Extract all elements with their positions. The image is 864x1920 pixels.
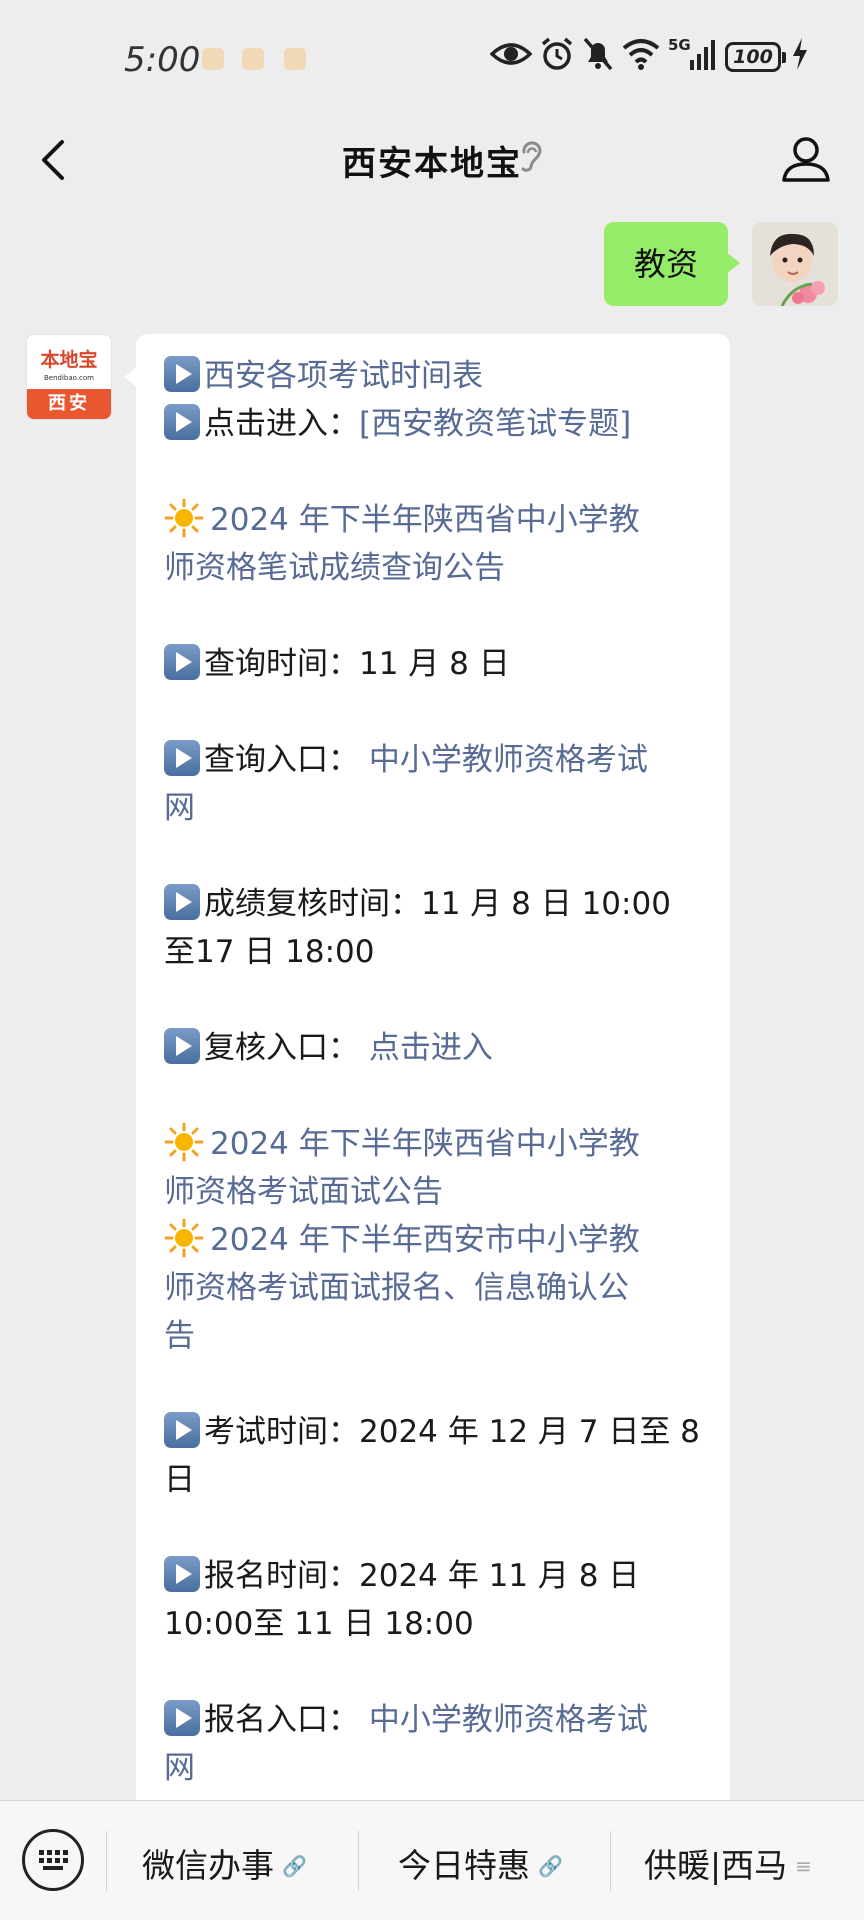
announcement-link-cont[interactable]: 师资格考试面试报名、信息确认公 xyxy=(164,1264,704,1312)
signup-entry-link[interactable]: 中小学教师资格考试 xyxy=(369,1702,648,1738)
link-icon: 🔗 xyxy=(538,1854,563,1878)
announcement-link[interactable]: 2024 年下半年陕西省中小学教 xyxy=(164,1120,704,1168)
bot-logo: 本地宝 Bendibao.com xyxy=(27,335,111,391)
keyboard-toggle-button[interactable] xyxy=(22,1829,84,1891)
sun-icon xyxy=(164,498,204,538)
menu-item-wechat-services[interactable]: 微信办事 🔗 xyxy=(142,1839,307,1887)
play-button-icon xyxy=(164,1556,200,1592)
link-icon: 🔗 xyxy=(282,1854,307,1878)
charging-icon xyxy=(793,38,807,70)
notification-icon xyxy=(242,48,264,70)
play-button-icon xyxy=(164,356,200,392)
exam-schedule-link[interactable]: 西安各项考试时间表 xyxy=(164,352,704,400)
menu-divider xyxy=(358,1831,359,1891)
status-bar: 5:00 5G 100 xyxy=(0,0,864,110)
user-avatar-image xyxy=(752,222,838,306)
menu-item-heating[interactable]: 供暖|西马 ≡ xyxy=(644,1839,812,1887)
message-line: 复核入口： 点击进入 xyxy=(164,1024,704,1072)
topic-link[interactable]: [西安教资笔试专题] xyxy=(359,406,631,442)
keyboard-icon xyxy=(39,1850,68,1870)
play-button-icon xyxy=(164,644,200,680)
announcement-link[interactable]: 2024 年下半年西安市中小学教 xyxy=(164,1216,704,1264)
play-button-icon xyxy=(164,740,200,776)
wifi-icon xyxy=(622,39,660,70)
submenu-icon: ≡ xyxy=(795,1854,812,1878)
announcement-link-cont[interactable]: 师资格考试面试公告 xyxy=(164,1168,704,1216)
message-line: 查询时间：11 月 8 日 xyxy=(164,640,704,688)
notification-icon xyxy=(202,48,224,70)
announcement-link[interactable]: 2024 年下半年陕西省中小学教 xyxy=(164,496,704,544)
message-line: 查询入口： 中小学教师资格考试 xyxy=(164,736,704,784)
alarm-icon xyxy=(541,37,573,70)
chat-header: 西安本地宝 xyxy=(0,110,864,210)
message-line: 10:00至 11 日 18:00 xyxy=(164,1606,474,1642)
bot-logo-brand: 本地宝 xyxy=(40,349,98,371)
message-line: 考试时间：2024 年 12 月 7 日至 8 xyxy=(164,1408,704,1456)
play-button-icon xyxy=(164,1028,200,1064)
query-entry-link[interactable]: 中小学教师资格考试 xyxy=(369,742,648,778)
message-line: 成绩复核时间：11 月 8 日 10:00 xyxy=(164,880,704,928)
battery-indicator: 100 xyxy=(725,42,786,72)
notification-icon xyxy=(284,48,306,70)
message-line: 至17 日 18:00 xyxy=(164,934,375,970)
menu-item-today-deals[interactable]: 今日特惠 🔗 xyxy=(398,1839,563,1887)
query-entry-link-cont[interactable]: 网 xyxy=(164,784,704,832)
sun-icon xyxy=(164,1218,204,1258)
play-button-icon xyxy=(164,1700,200,1736)
sun-icon xyxy=(164,1122,204,1162)
play-button-icon xyxy=(164,884,200,920)
bot-logo-city: 西安 xyxy=(27,389,111,419)
eye-icon xyxy=(490,43,532,65)
user-message-bubble[interactable]: 教资 xyxy=(604,222,740,306)
message-line: 日 xyxy=(164,1462,195,1498)
bot-logo-domain: Bendibao.com xyxy=(43,374,94,382)
message-line: 报名入口： 中小学教师资格考试 xyxy=(164,1696,704,1744)
mute-bell-icon xyxy=(583,37,613,71)
review-entry-link[interactable]: 点击进入 xyxy=(369,1030,493,1066)
bot-avatar[interactable]: 本地宝 Bendibao.com 西安 xyxy=(26,334,112,420)
menu-divider xyxy=(106,1831,107,1891)
play-button-icon xyxy=(164,1412,200,1448)
play-button-icon xyxy=(164,404,200,440)
user-avatar[interactable] xyxy=(752,222,838,306)
status-time: 5:00 xyxy=(124,40,201,80)
message-line: 报名时间：2024 年 11 月 8 日 xyxy=(164,1552,704,1600)
bottom-menu-bar: 微信办事 🔗 今日特惠 🔗 供暖|西马 ≡ xyxy=(0,1800,864,1920)
bot-message-body: 西安各项考试时间表 点击进入：[西安教资笔试专题] 2024 年下半年陕西省中小… xyxy=(164,352,704,1792)
profile-button[interactable] xyxy=(776,128,836,188)
signal-icon xyxy=(690,40,715,70)
bot-message-bubble: 西安各项考试时间表 点击进入：[西安教资笔试专题] 2024 年下半年陕西省中小… xyxy=(124,334,730,1920)
signup-entry-link-cont[interactable]: 网 xyxy=(164,1744,704,1792)
message-line: 点击进入：[西安教资笔试专题] xyxy=(164,400,704,448)
listen-icon xyxy=(521,141,542,172)
chat-title: 西安本地宝 xyxy=(342,144,522,184)
menu-divider xyxy=(610,1831,611,1891)
announcement-link-cont[interactable]: 告 xyxy=(164,1312,704,1360)
announcement-link-cont[interactable]: 师资格笔试成绩查询公告 xyxy=(164,544,704,592)
